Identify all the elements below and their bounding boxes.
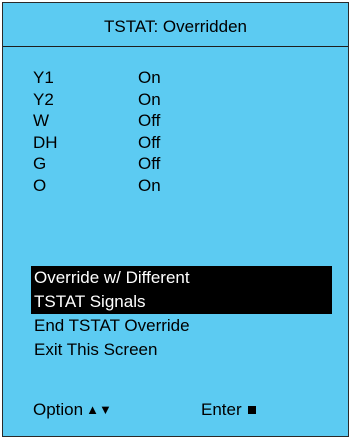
signal-value: Off bbox=[138, 132, 161, 152]
signal-row-y1: Y1 On bbox=[33, 67, 161, 89]
menu-item-exit-screen[interactable]: Exit This Screen bbox=[31, 338, 332, 362]
menu-item-end-override[interactable]: End TSTAT Override bbox=[31, 314, 332, 338]
override-menu: Override w/ Different TSTAT Signals End … bbox=[31, 266, 332, 362]
signal-value: On bbox=[138, 68, 161, 87]
option-hint: Option ▲▼ bbox=[33, 398, 112, 422]
signal-value: On bbox=[138, 175, 161, 195]
signal-name: Y1 bbox=[33, 68, 54, 87]
up-down-arrows-icon: ▲▼ bbox=[86, 402, 112, 417]
signal-row-dh: DH Off bbox=[33, 132, 161, 154]
header-divider bbox=[3, 46, 348, 47]
signal-value: Off bbox=[138, 111, 161, 130]
signal-row-w: W Off bbox=[33, 110, 161, 132]
screen-title: TSTAT: Overridden bbox=[104, 17, 247, 36]
signal-value: Off bbox=[138, 154, 161, 173]
signal-name: DH bbox=[33, 132, 58, 152]
signal-row-y2: Y2 On bbox=[33, 89, 161, 111]
signal-value: On bbox=[138, 89, 161, 109]
signal-name: O bbox=[33, 175, 47, 195]
signal-name: G bbox=[33, 154, 47, 173]
signal-name: Y2 bbox=[33, 89, 54, 109]
signal-row-g: G Off bbox=[33, 153, 161, 175]
signal-row-o: O On bbox=[33, 175, 161, 197]
enter-hint: Enter bbox=[201, 398, 256, 422]
signal-name: W bbox=[33, 111, 50, 130]
square-icon bbox=[247, 406, 256, 414]
signal-list: Y1 On Y2 On W Off DH Off G Off O On bbox=[33, 67, 161, 196]
enter-label: Enter bbox=[201, 400, 242, 419]
menu-item-override-different[interactable]: Override w/ Different bbox=[31, 266, 332, 290]
thermostat-screen: TSTAT: Overridden Y1 On Y2 On W Off DH Off G… bbox=[2, 2, 349, 437]
menu-item-tstat-signals[interactable]: TSTAT Signals bbox=[31, 290, 332, 314]
option-label: Option bbox=[33, 400, 84, 419]
